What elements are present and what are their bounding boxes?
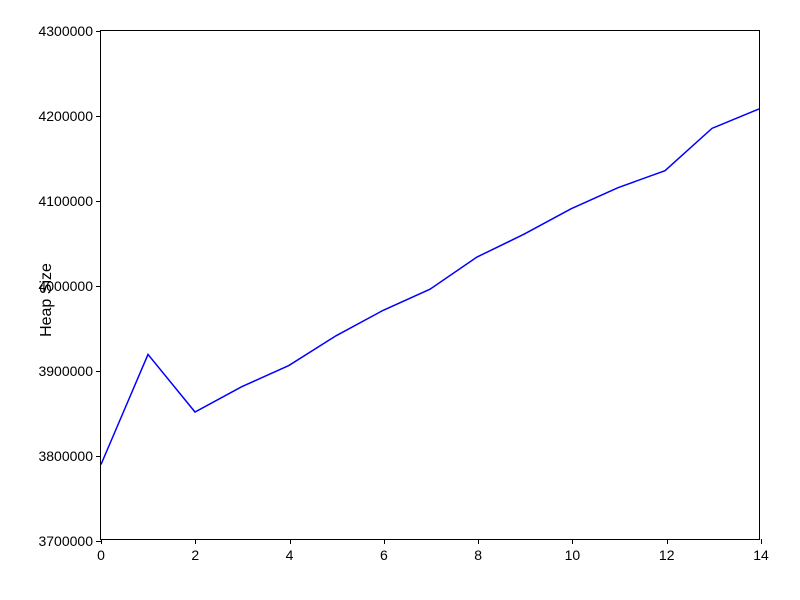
- x-tick-label: 8: [474, 547, 482, 563]
- y-tick-label: 3900000: [38, 363, 93, 379]
- x-tick-label: 6: [380, 547, 388, 563]
- x-tick-label: 10: [565, 547, 581, 563]
- plot-area: 3700000380000039000004000000410000042000…: [100, 30, 760, 540]
- x-tick-mark: [195, 539, 196, 544]
- y-tick-mark: [96, 201, 101, 202]
- x-tick-label: 0: [97, 547, 105, 563]
- x-tick-mark: [384, 539, 385, 544]
- line-chart-svg: [101, 31, 759, 539]
- x-tick-label: 2: [191, 547, 199, 563]
- y-tick-label: 3700000: [38, 533, 93, 549]
- x-tick-label: 14: [753, 547, 769, 563]
- y-tick-label: 4000000: [38, 278, 93, 294]
- x-tick-mark: [761, 539, 762, 544]
- chart-container: 3700000380000039000004000000410000042000…: [100, 30, 760, 540]
- data-line: [101, 109, 759, 465]
- y-tick-mark: [96, 116, 101, 117]
- x-tick-label: 12: [659, 547, 675, 563]
- y-tick-mark: [96, 371, 101, 372]
- x-tick-mark: [667, 539, 668, 544]
- y-tick-label: 4100000: [38, 193, 93, 209]
- y-tick-label: 4300000: [38, 23, 93, 39]
- y-tick-label: 3800000: [38, 448, 93, 464]
- y-tick-mark: [96, 456, 101, 457]
- y-tick-label: 4200000: [38, 108, 93, 124]
- y-tick-mark: [96, 286, 101, 287]
- y-axis-label: Heap Size: [38, 263, 56, 337]
- x-tick-mark: [478, 539, 479, 544]
- x-tick-mark: [290, 539, 291, 544]
- y-tick-mark: [96, 31, 101, 32]
- x-tick-label: 4: [286, 547, 294, 563]
- x-tick-mark: [101, 539, 102, 544]
- x-tick-mark: [572, 539, 573, 544]
